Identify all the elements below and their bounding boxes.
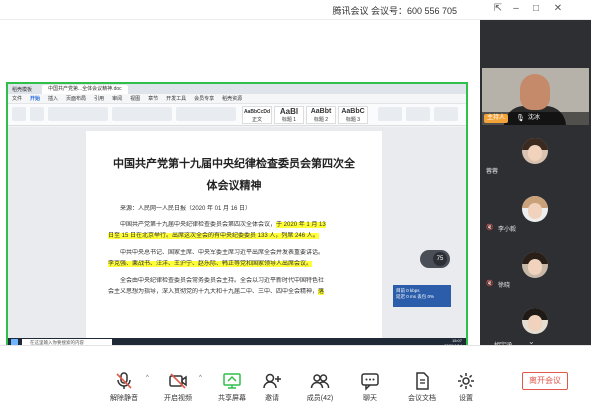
- paste-icon[interactable]: [12, 107, 26, 121]
- doc-paragraph-3b: 会主义思想为指导，深入贯彻党的十九大和十九届二中、三中、四中全会精神，落: [108, 289, 325, 295]
- minimize-icon[interactable]: –: [510, 3, 522, 15]
- doc-title-line-2: 体会议精神: [206, 179, 262, 192]
- doc-paragraph-1b: 日至 15 日在北京举行。出席这次全会的有中央纪委委员 133 人，列席 246…: [108, 233, 319, 239]
- pin-icon[interactable]: ⇱: [492, 3, 504, 15]
- document-icon: [416, 372, 429, 390]
- mute-options-caret[interactable]: ^: [146, 375, 149, 381]
- avatar: [522, 252, 548, 278]
- doc-source: 来源：人民网一人民日报（2020 年 01 月 16 日）: [120, 206, 252, 212]
- mic-muted-icon: 🔇: [486, 281, 494, 287]
- select-icon[interactable]: [434, 107, 458, 121]
- find-icon[interactable]: [378, 107, 402, 121]
- participant-tile[interactable]: 🔇 徐晓: [482, 250, 589, 292]
- meeting-id-label: 腾讯会议 会议号：600 556 705: [332, 6, 457, 16]
- zoom-indicator[interactable]: 75: [420, 250, 450, 268]
- paragraph-icon[interactable]: [112, 107, 172, 121]
- style-heading-2[interactable]: AaBbt 标题 2: [306, 106, 336, 124]
- avatar: [522, 308, 548, 334]
- participant-tile[interactable]: 胡宇涵: [482, 306, 589, 349]
- menu-review[interactable]: 审阅: [112, 95, 122, 102]
- chat-button[interactable]: 聊天: [342, 371, 398, 403]
- tab-docer-templates[interactable]: 稻壳模板: [12, 86, 32, 93]
- presenter-video[interactable]: 主持人 🎙 沈冰: [482, 68, 589, 125]
- format-painter-icon[interactable]: [30, 107, 44, 121]
- close-icon[interactable]: ✕: [552, 3, 564, 15]
- participant-name: 徐晓: [498, 283, 511, 289]
- menu-docer[interactable]: 稻壳资源: [222, 95, 242, 102]
- menu-file[interactable]: 文件: [12, 95, 22, 102]
- mic-icon: 🎙: [516, 115, 525, 122]
- video-options-caret[interactable]: ^: [199, 375, 202, 381]
- menu-member[interactable]: 会员专享: [194, 95, 214, 102]
- wps-menu-bar: 文件 开始 插入 页面布局 引用 审阅 视图 章节 开发工具 会员专享 稻壳资源: [8, 94, 466, 104]
- style-normal[interactable]: AaBbCcDd 正文: [242, 106, 272, 124]
- leave-meeting-button[interactable]: 离开会议: [522, 372, 568, 390]
- mute-button[interactable]: 解除静音: [96, 371, 152, 403]
- gear-icon: [458, 373, 474, 389]
- tab-document[interactable]: 中国共产党第...全体会议精神.doc: [42, 84, 128, 94]
- text-tools-icon[interactable]: [406, 107, 430, 121]
- wps-ribbon: AaBbCcDd 正文 AaBl 标题 1 AaBbt 标题 2 AaBbC 标…: [8, 104, 466, 126]
- highlight-date: 于 2020 年 1 月 13: [276, 222, 326, 228]
- camera-off-icon: [169, 373, 187, 389]
- participant-tile[interactable]: 蓉蓉: [482, 136, 589, 178]
- doc-paragraph-1a: 中国共产党第十九届中央纪律检查委员会第四次全体会议，于 2020 年 1 月 1…: [120, 222, 326, 228]
- menu-references[interactable]: 引用: [94, 95, 104, 102]
- menu-view[interactable]: 视图: [130, 95, 140, 102]
- menu-insert[interactable]: 插入: [48, 95, 58, 102]
- avatar: [522, 138, 548, 164]
- menu-home[interactable]: 开始: [30, 95, 40, 102]
- members-icon: [310, 374, 330, 389]
- maximize-icon[interactable]: □: [530, 3, 542, 15]
- participant-name: 李小毅: [498, 227, 517, 233]
- meeting-window: 腾讯会议 会议号：600 556 705 ⇱ – □ ✕ 稻壳模板 中国共产党第…: [0, 0, 591, 404]
- chat-icon: [361, 373, 379, 391]
- network-stats-overlay: 目前 0 kbps 延迟 0 ms 丢包 0%: [393, 285, 451, 307]
- video-button[interactable]: 开启视频: [150, 371, 206, 403]
- participant-tile[interactable]: 🔇 李小毅: [482, 194, 589, 236]
- settings-button[interactable]: 设置: [438, 371, 494, 403]
- presenter-name: 沈冰: [528, 115, 541, 121]
- mic-muted-icon: [116, 372, 132, 389]
- presenter-face: [520, 74, 550, 110]
- members-button[interactable]: 成员(42): [292, 371, 348, 403]
- mic-muted-icon: 🔇: [486, 225, 494, 231]
- style-heading-1[interactable]: AaBl 标题 1: [274, 106, 304, 124]
- avatar: [522, 196, 548, 222]
- menu-layout[interactable]: 页面布局: [66, 95, 86, 102]
- wps-document-window: 稻壳模板 中国共产党第...全体会议精神.doc 文件 开始 插入 页面布局 引…: [8, 84, 466, 348]
- title-bar: 腾讯会议 会议号：600 556 705 ⇱ – □ ✕: [0, 0, 591, 20]
- doc-paragraph-2b: 李克强、栗战书、汪洋、王沪宁、赵乐际、韩正等党和国家领导人出席会议。: [108, 261, 313, 267]
- invite-icon: [263, 373, 281, 389]
- wps-tab-bar: 稻壳模板 中国共产党第...全体会议精神.doc: [8, 84, 466, 94]
- align-icon[interactable]: [176, 107, 236, 121]
- style-heading-3[interactable]: AaBbC 标题 3: [338, 106, 368, 124]
- doc-paragraph-3a: 全会由中央纪律检查委员会常务委员会主持。全会以习近平新时代中国特色社: [120, 278, 325, 284]
- menu-developer[interactable]: 开发工具: [166, 95, 186, 102]
- doc-title-line-1: 中国共产党第十九届中央纪律检查委员会第四次全: [113, 157, 355, 170]
- participant-name: 蓉蓉: [486, 169, 499, 175]
- doc-paragraph-2a: 中共中央总书记、国家主席、中央军委主席习近平出席全会并发表重要讲话。: [120, 250, 325, 256]
- menu-section[interactable]: 章节: [148, 95, 158, 102]
- host-badge: 主持人: [484, 114, 509, 123]
- document-page[interactable]: 中国共产党第十九届中央纪律检查委员会第四次全 体会议精神 来源：人民网一人民日报…: [86, 131, 382, 338]
- font-select[interactable]: [48, 107, 108, 121]
- screen-share-icon: [223, 373, 241, 389]
